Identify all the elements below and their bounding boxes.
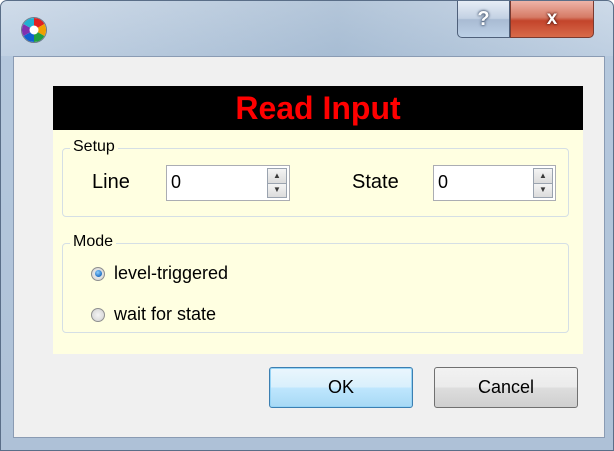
state-decrement-button[interactable]: ▼ <box>533 183 553 198</box>
cancel-button[interactable]: Cancel <box>434 367 578 408</box>
mode-group-label: Mode <box>70 233 117 251</box>
help-button[interactable]: ? <box>457 1 510 38</box>
banner-title: Read Input <box>235 89 401 126</box>
ok-button-label: OK <box>327 377 354 397</box>
line-spinbox[interactable]: 0 ▲ ▼ <box>166 165 290 201</box>
state-increment-button[interactable]: ▲ <box>533 168 553 184</box>
setup-group: Setup Line 0 ▲ ▼ State 0 ▲ ▼ <box>62 138 569 217</box>
line-increment-button[interactable]: ▲ <box>267 168 287 184</box>
radio-button-unchecked[interactable] <box>91 307 105 322</box>
chevron-up-icon: ▲ <box>273 170 281 180</box>
radio-button-checked[interactable] <box>91 266 105 281</box>
line-value-input[interactable]: 0 <box>167 166 267 200</box>
close-icon: x <box>546 8 558 29</box>
close-button[interactable]: x <box>510 1 594 38</box>
chevron-down-icon: ▼ <box>273 185 281 195</box>
state-spin-buttons: ▲ ▼ <box>533 168 553 198</box>
app-logo-icon <box>21 17 47 43</box>
radio-level-triggered-label: level-triggered <box>114 263 229 283</box>
line-label: Line <box>92 171 130 193</box>
title-banner: Read Input <box>53 86 583 130</box>
mode-group: Mode level-triggered wait for state <box>62 233 569 333</box>
line-spin-buttons: ▲ ▼ <box>267 168 287 198</box>
help-icon: ? <box>477 7 490 30</box>
state-label: State <box>352 171 399 193</box>
state-value-input[interactable]: 0 <box>434 166 533 200</box>
ok-button[interactable]: OK <box>269 367 413 408</box>
setup-group-label: Setup <box>70 138 118 156</box>
state-spinbox[interactable]: 0 ▲ ▼ <box>433 165 556 201</box>
line-decrement-button[interactable]: ▼ <box>267 183 287 198</box>
radio-wait-for-state-label: wait for state <box>114 304 217 324</box>
settings-panel: Setup Line 0 ▲ ▼ State 0 ▲ ▼ Mode level-… <box>53 130 583 354</box>
dialog-window: ? x Read Input Setup Line 0 ▲ ▼ State 0 … <box>0 0 614 451</box>
radio-level-triggered[interactable]: level-triggered <box>91 263 228 284</box>
dialog-client-area: Read Input Setup Line 0 ▲ ▼ State 0 ▲ ▼ … <box>13 56 605 438</box>
chevron-up-icon: ▲ <box>539 170 547 180</box>
cancel-button-label: Cancel <box>477 377 535 397</box>
radio-wait-for-state[interactable]: wait for state <box>91 304 216 325</box>
chevron-down-icon: ▼ <box>539 185 547 195</box>
